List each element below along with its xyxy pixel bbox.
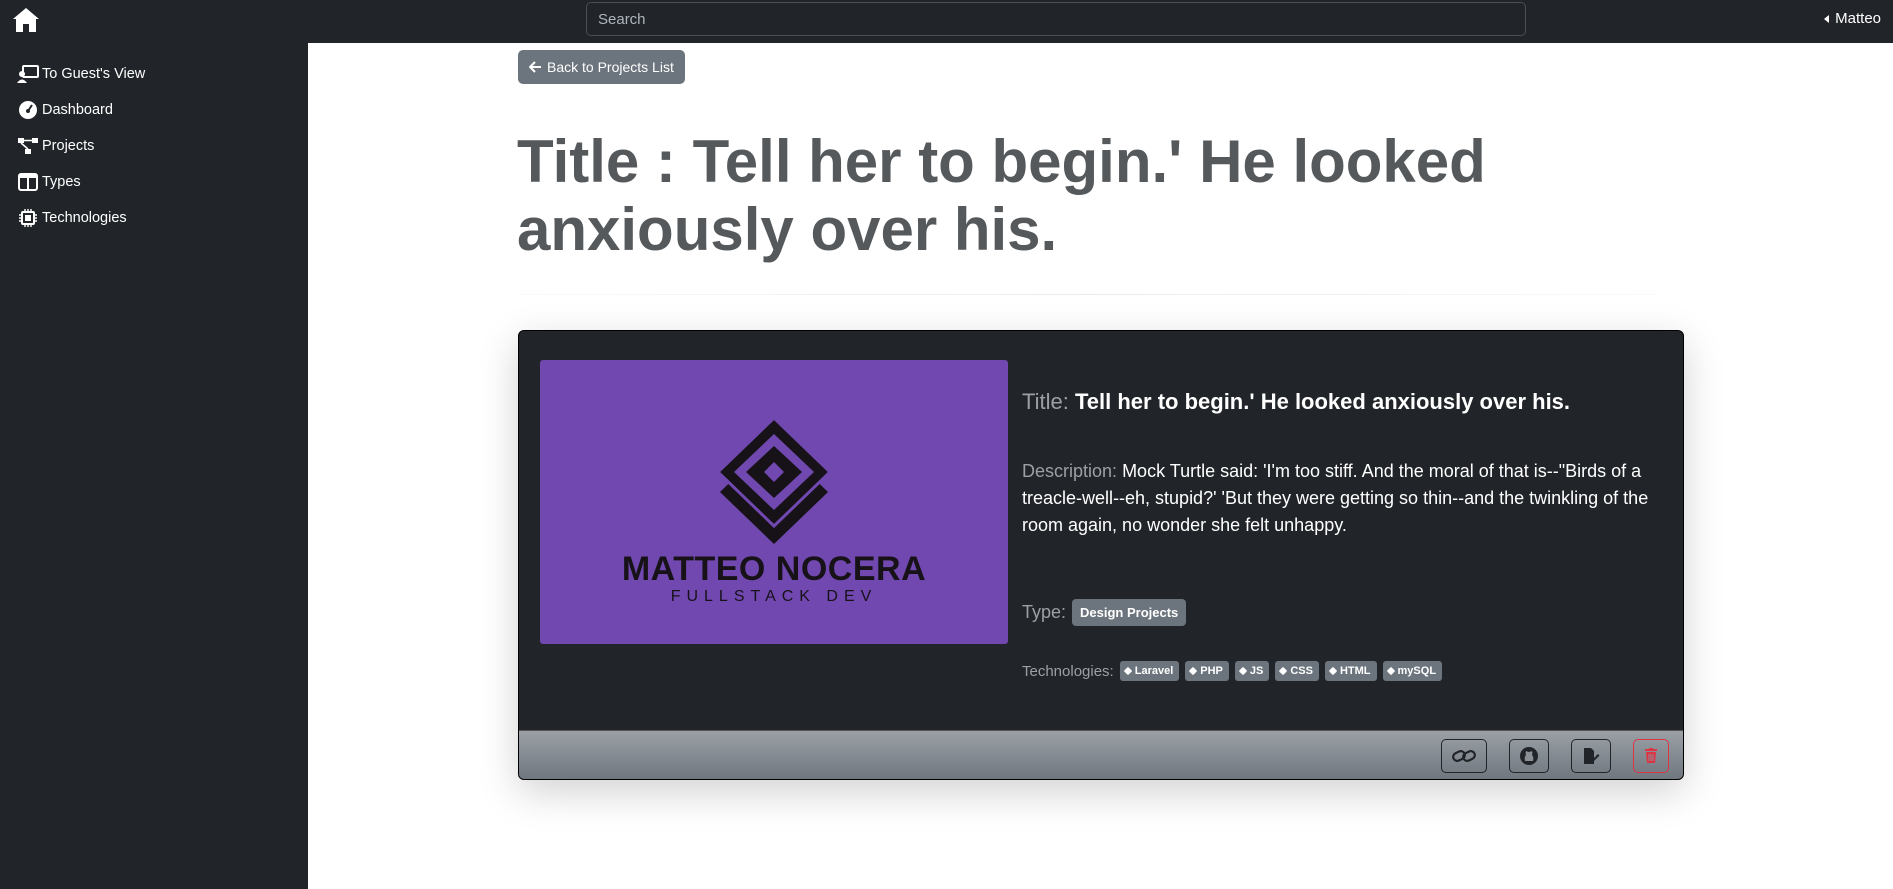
project-technologies: Technologies: Laravel PHP JS CSS HTML my… — [1022, 661, 1443, 681]
logo-subtitle: FULLSTACK DEV — [670, 588, 878, 605]
project-link-button[interactable] — [1441, 739, 1487, 773]
tag-icon — [1189, 666, 1198, 676]
project-card: MATTEO NOCERA FULLSTACK DEV Title: Tell … — [518, 330, 1684, 780]
tag-icon — [1123, 666, 1132, 676]
project-image: MATTEO NOCERA FULLSTACK DEV — [540, 360, 1008, 644]
search-input[interactable] — [586, 2, 1526, 36]
top-navbar: Matteo — [0, 0, 1893, 43]
edit-icon — [1584, 748, 1600, 764]
table-columns-icon — [16, 170, 40, 194]
arrow-left-icon — [529, 61, 541, 73]
tag-icon — [1328, 666, 1338, 676]
sidebar-item-label: Dashboard — [42, 102, 113, 118]
link-icon — [1452, 750, 1476, 762]
tech-badge: JS — [1234, 661, 1270, 681]
back-to-projects-button[interactable]: Back to Projects List — [518, 50, 685, 84]
github-button[interactable] — [1509, 739, 1549, 773]
tech-badge-label: HTML — [1339, 665, 1371, 677]
sidebar-item-label: Projects — [42, 138, 95, 154]
microchip-icon — [16, 206, 40, 230]
delete-button[interactable] — [1633, 739, 1669, 773]
logo-diamond-icon — [716, 416, 832, 544]
project-title: Title: Tell her to begin.' He looked anx… — [1022, 389, 1570, 415]
type-label: Type: — [1022, 602, 1067, 622]
tag-icon — [1279, 666, 1288, 676]
edit-button[interactable] — [1571, 739, 1611, 773]
divider — [518, 294, 1658, 295]
sidebar-item-label: To Guest's View — [42, 66, 146, 82]
home-button[interactable] — [10, 4, 42, 36]
type-badge: Design Projects — [1072, 599, 1187, 626]
sidebar-item-label: Types — [42, 174, 81, 190]
tech-badge: HTML — [1324, 661, 1377, 681]
home-icon — [13, 8, 39, 32]
sidebar: To Guest's View Dashboard Projects Types… — [0, 43, 308, 889]
guest-view-icon — [16, 62, 40, 86]
tech-badge-label: JS — [1249, 665, 1264, 677]
tech-badge: mySQL — [1382, 661, 1443, 681]
project-type: Type: Design Projects — [1022, 599, 1187, 626]
tech-badge-label: CSS — [1290, 665, 1313, 677]
description-label: Description: — [1022, 461, 1118, 481]
sidebar-item-projects[interactable]: Projects — [16, 134, 94, 158]
title-value: Tell her to begin.' He looked anxiously … — [1074, 389, 1571, 414]
tech-badge: CSS — [1275, 661, 1319, 681]
technologies-label: Technologies: — [1022, 662, 1114, 680]
back-button-label: Back to Projects List — [547, 59, 674, 75]
user-name: Matteo — [1835, 10, 1881, 27]
project-diagram-icon — [16, 134, 40, 158]
tech-badge-label: PHP — [1200, 665, 1223, 677]
sidebar-item-label: Technologies — [42, 210, 127, 226]
sidebar-item-technologies[interactable]: Technologies — [16, 206, 127, 230]
logo-name: MATTEO NOCERA — [621, 550, 927, 588]
caret-left-icon — [1824, 14, 1830, 23]
trash-icon — [1645, 748, 1657, 763]
tech-badge-label: Laravel — [1134, 665, 1174, 677]
page-title: Title : Tell her to begin.' He looked an… — [517, 128, 1486, 263]
tech-badge: PHP — [1185, 661, 1229, 681]
dashboard-gauge-icon — [16, 98, 40, 122]
user-menu[interactable]: Matteo — [1824, 10, 1881, 27]
tag-icon — [1386, 666, 1395, 676]
tech-badge-label: mySQL — [1397, 665, 1437, 677]
sidebar-item-dashboard[interactable]: Dashboard — [16, 98, 113, 122]
sidebar-item-types[interactable]: Types — [16, 170, 81, 194]
card-footer — [519, 730, 1683, 779]
tech-badge: Laravel — [1119, 661, 1180, 681]
title-label: Title: — [1022, 389, 1069, 414]
project-description: Description: Mock Turtle said: 'I'm too … — [1022, 458, 1662, 539]
tag-icon — [1238, 666, 1248, 676]
sidebar-item-guest-view[interactable]: To Guest's View — [16, 62, 145, 86]
github-icon — [1520, 747, 1538, 765]
